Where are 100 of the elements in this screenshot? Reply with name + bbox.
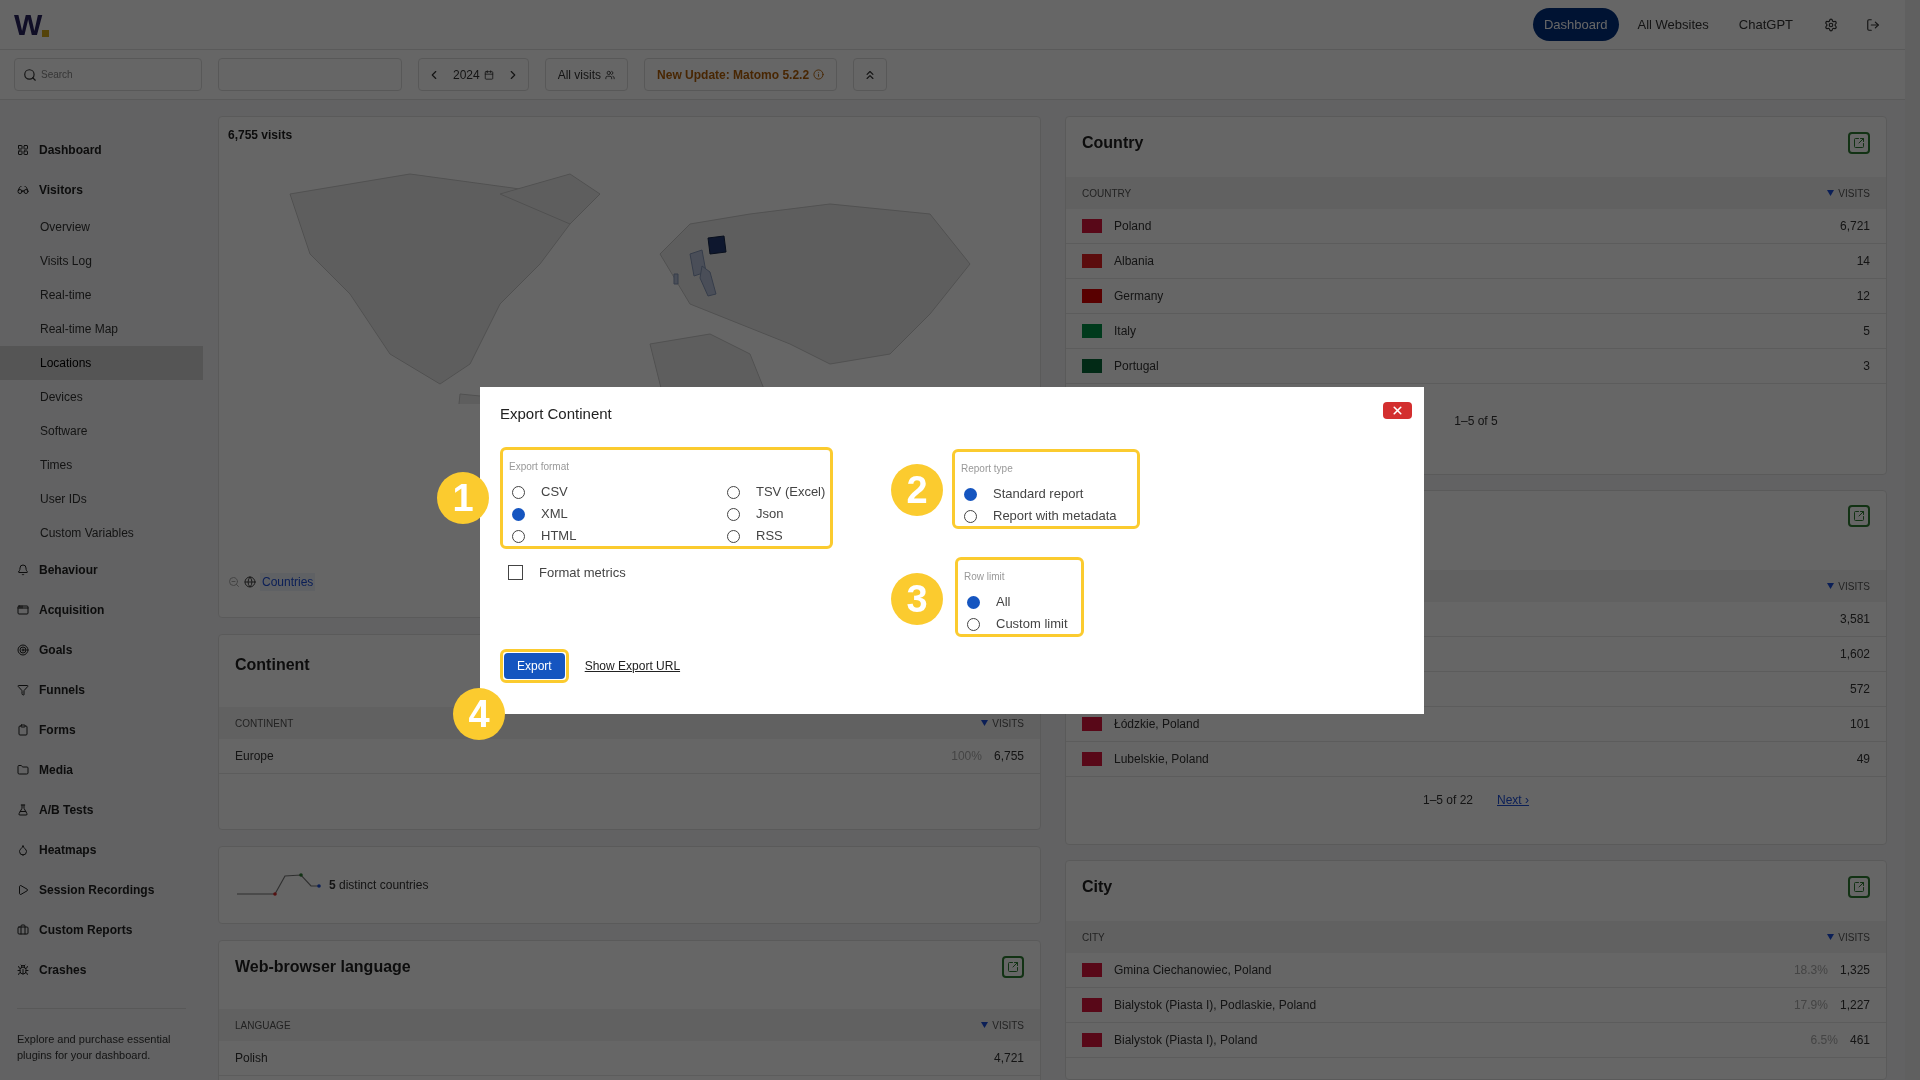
export-icon[interactable]: [1848, 132, 1870, 154]
bell-icon: [17, 564, 29, 576]
sidebar-subitem[interactable]: User IDs: [0, 482, 203, 516]
sidebar-subitem[interactable]: Times: [0, 448, 203, 482]
sidebar-subitem[interactable]: Devices: [0, 380, 203, 414]
radio-button[interactable]: [512, 485, 525, 499]
radio-button[interactable]: [967, 617, 980, 631]
sort-icon: [1827, 583, 1835, 589]
option-label: CSV: [541, 483, 568, 502]
row-label: Portugal: [1114, 358, 1159, 375]
sidebar-item[interactable]: Visitors: [0, 170, 203, 210]
column-header[interactable]: VISITS: [1838, 929, 1870, 945]
row-value: 1,325: [1839, 962, 1870, 979]
sidebar-item[interactable]: Forms: [0, 710, 203, 750]
sidebar-subitem[interactable]: Real-time: [0, 278, 203, 312]
row-label: Italy: [1114, 323, 1136, 340]
row-label: Europe: [235, 748, 274, 765]
row-label: Bialystok (Piasta I), Podlaskie, Poland: [1114, 997, 1317, 1014]
sidebar-subitem[interactable]: Overview: [0, 210, 203, 244]
group-legend: Report type: [961, 463, 1013, 474]
nav-tab[interactable]: Dashboard: [1532, 8, 1619, 41]
show-export-url-link[interactable]: Show Export URL: [584, 656, 681, 675]
option-label: Report with metadata: [993, 507, 1117, 526]
nav-tab[interactable]: All Websites: [1626, 8, 1720, 41]
row-value: 5: [1863, 323, 1870, 340]
row-value: 14: [1856, 253, 1870, 270]
window-icon: [17, 604, 29, 616]
logo[interactable]: W: [14, 9, 50, 40]
bug-icon: [17, 964, 29, 976]
sidebar-item[interactable]: Funnels: [0, 670, 203, 710]
next-link[interactable]: Next ›: [1497, 791, 1530, 809]
column-header[interactable]: VISITS: [1838, 185, 1870, 201]
row-label: Albania: [1114, 253, 1155, 270]
column-header: CONTINENT: [235, 716, 294, 731]
sidebar-footer-text: Explore and purchase essential plugins for your dashboard.: [16, 1032, 172, 1063]
sidebar-subitem[interactable]: Locations: [0, 346, 203, 380]
card-title: Country: [1082, 133, 1144, 153]
close-button[interactable]: [1383, 401, 1412, 419]
sidebar-item[interactable]: Custom Reports: [0, 910, 203, 950]
people-icon: [605, 69, 616, 80]
export-button[interactable]: Export: [504, 652, 565, 679]
radio-button[interactable]: [512, 529, 525, 543]
row-label: Łódzkie, Poland: [1114, 716, 1200, 733]
nav-tab[interactable]: ChatGPT: [1727, 8, 1804, 41]
sort-icon: [1827, 190, 1835, 196]
row-label: Polish: [235, 1050, 268, 1067]
export-icon[interactable]: [1848, 505, 1870, 527]
row-label: Lubelskie, Poland: [1114, 751, 1209, 768]
settings-icon[interactable]: [1824, 17, 1838, 32]
sidebar-item[interactable]: Acquisition: [0, 590, 203, 630]
countries-link[interactable]: Countries: [260, 573, 316, 591]
radio-button[interactable]: [964, 509, 977, 523]
logout-icon[interactable]: [1866, 17, 1880, 32]
radio-button[interactable]: [727, 529, 740, 543]
row-label: Bialystok (Piasta I), Poland: [1114, 1032, 1258, 1049]
sidebar-item[interactable]: Dashboard: [0, 130, 203, 170]
globe-icon: [244, 576, 256, 588]
row-value: 101: [1849, 716, 1870, 733]
radio-button[interactable]: [727, 485, 740, 499]
option-label: HTML: [541, 527, 577, 546]
checkbox[interactable]: [508, 565, 523, 581]
radio-button[interactable]: [964, 487, 977, 501]
column-header[interactable]: VISITS: [1838, 578, 1870, 594]
row-label: Germany: [1114, 288, 1164, 305]
radio-button[interactable]: [512, 507, 525, 521]
row-value: 461: [1849, 1032, 1870, 1049]
sidebar-item[interactable]: Goals: [0, 630, 203, 670]
sort-icon: [981, 1022, 989, 1028]
sidebar-item[interactable]: Behaviour: [0, 550, 203, 590]
info-icon: [813, 69, 825, 80]
column-header: CITY: [1082, 930, 1105, 945]
sidebar-item[interactable]: A/B Tests: [0, 790, 203, 830]
sidebar-item[interactable]: Media: [0, 750, 203, 790]
funnel-icon: [17, 684, 29, 696]
column-header: LANGUAGE: [235, 1018, 291, 1033]
briefcase-icon: [17, 924, 29, 936]
segment-button[interactable]: All visits: [544, 58, 629, 91]
sidebar-subitem[interactable]: Real-time Map: [0, 312, 203, 346]
export-icon[interactable]: [1848, 876, 1870, 898]
sidebar-subitem[interactable]: Custom Variables: [0, 516, 203, 550]
row-label: Gmina Ciechanowiec, Poland: [1114, 962, 1272, 979]
radio-button[interactable]: [967, 595, 980, 609]
export-icon[interactable]: [1002, 956, 1024, 978]
option-label: Custom limit: [996, 615, 1068, 634]
search-icon: [23, 67, 37, 82]
sidebar-subitem[interactable]: Visits Log: [0, 244, 203, 278]
column-header[interactable]: VISITS: [992, 1017, 1024, 1033]
card-title: Web-browser language: [235, 957, 411, 977]
sidebar-item[interactable]: Crashes: [0, 950, 203, 990]
sidebar-item[interactable]: Session Recordings: [0, 870, 203, 910]
row-value: 1,602: [1839, 646, 1870, 663]
checkbox-label: Format metrics: [539, 564, 626, 582]
sort-icon: [1827, 934, 1835, 940]
update-button[interactable]: New Update: Matomo 5.2.2: [644, 58, 838, 91]
radio-button[interactable]: [727, 507, 740, 521]
target-icon: [17, 644, 29, 656]
column-header[interactable]: VISITS: [992, 715, 1024, 731]
sidebar-subitem[interactable]: Software: [0, 414, 203, 448]
sidebar-item[interactable]: Heatmaps: [0, 830, 203, 870]
row-value: 4,721: [993, 1050, 1024, 1067]
